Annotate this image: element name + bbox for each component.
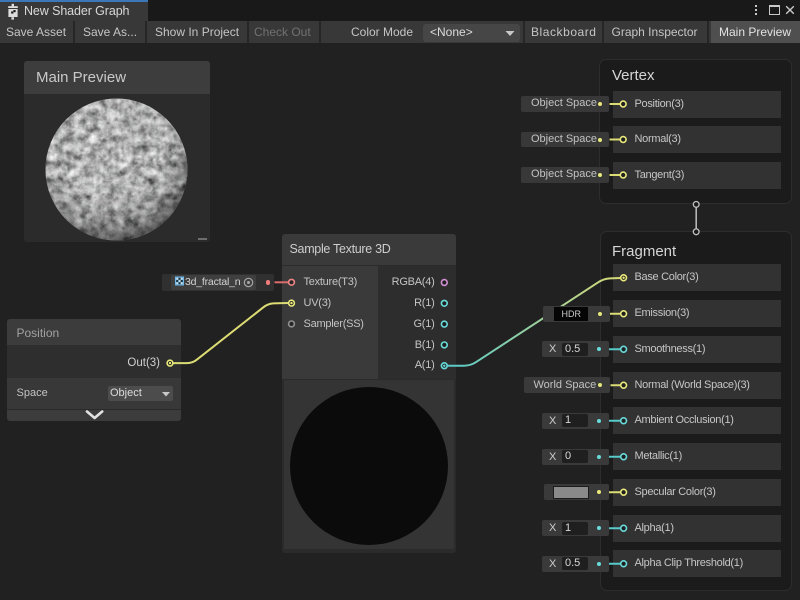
svg-text:HDR: HDR (561, 309, 581, 319)
